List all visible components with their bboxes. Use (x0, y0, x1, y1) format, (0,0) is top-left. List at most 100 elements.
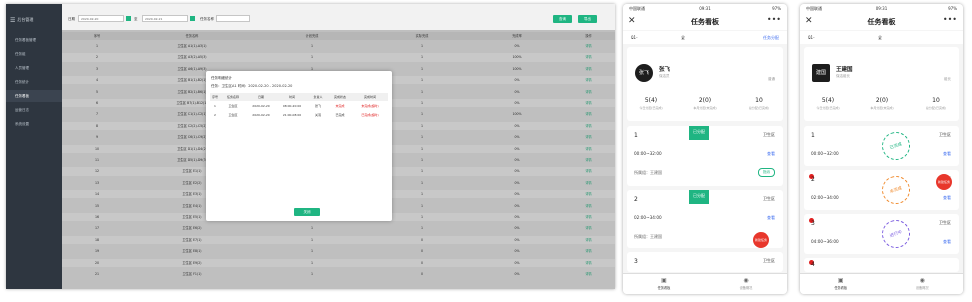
page-title: 任务看板 (867, 18, 896, 26)
task-card[interactable]: 1 卫生区 00:00~32:00 查看 已完成 (804, 126, 959, 166)
reassign-button[interactable]: 指派 (758, 168, 775, 177)
col-header: 完成状态 (333, 95, 346, 99)
filter-row: 01-03 ⌄ 全部状态 ⌄ (800, 31, 963, 79)
incomplete-stamp: 未完成 (878, 172, 914, 208)
cell: 张飞 (314, 104, 321, 108)
menu-icon[interactable]: ☰ (10, 17, 15, 24)
task-time: 02:00~34:00 (634, 215, 662, 220)
sidebar-item-group[interactable]: 任务组 (6, 48, 62, 60)
modal-table-header: 序号 任务名称 日期 时间 负责人 完成状态 完成时间 (210, 93, 388, 101)
sidebar-item-stats[interactable]: 任务统计 (6, 76, 62, 88)
profile-card: 建国 王建国 保洁组长 组长 5(4) 今日分配(已完成) 2(0) 本月分配(未完… (804, 47, 959, 121)
user-name: 张飞 (659, 67, 671, 73)
task-card[interactable]: 2 卫生区 02:00~34:00 查看 未完成 (804, 170, 959, 210)
calendar-icon[interactable] (126, 16, 131, 21)
cell: 1 (214, 104, 216, 108)
sidebar-item-log[interactable]: 运营日志 (6, 104, 62, 116)
avatar: 建国 (812, 64, 830, 82)
tab-bar: ▣ 任务看板 ◉ 设备概况 (623, 273, 787, 294)
new-task-button[interactable]: 新建任务 (936, 174, 952, 190)
stat-value: 5(4) (644, 97, 658, 104)
view-link[interactable]: 查看 (943, 195, 951, 201)
stat-label: 今日分配(已完成) (639, 106, 663, 110)
tab-board[interactable]: ▣ 任务看板 (623, 277, 705, 290)
task-group: 所属组：王建国 (634, 170, 662, 175)
location-icon: ◉ (919, 277, 925, 284)
col-header: 完成时间 (363, 95, 376, 99)
board-icon: ▣ (837, 277, 844, 284)
sidebar-item-staff[interactable]: 人员管理 (6, 62, 62, 74)
sidebar-item-label: 任务看板 (15, 93, 29, 98)
view-link[interactable]: 查看 (943, 239, 951, 245)
task-card[interactable]: 3 卫生区 04:00~36:00 查看 进行中 (804, 214, 959, 254)
stat-today: 5(4) 今日分配(已完成) (808, 97, 848, 110)
clock: 09:31 (875, 6, 888, 11)
stat-month: 2(0) 本月分配(未完成) (685, 97, 725, 110)
table-row: 1 卫生区 2020-02-20 08:00-20:00 张飞 未完成 未完成(… (210, 102, 388, 110)
sidebar-item-settings[interactable]: 系统设置 (6, 118, 62, 130)
tab-device[interactable]: ◉ 设备概况 (882, 277, 964, 290)
desktop-window: ☰ 后台管理 任务看板管理 任务组 人员管理 任务统计 任务看板 运营日志 系统… (6, 4, 615, 289)
date-sep: 至 (134, 17, 138, 21)
cell: 08:00-20:00 (282, 104, 302, 108)
chevron-down-icon: ⌄ (681, 35, 685, 40)
start-date-input[interactable]: 2020-02-20 (78, 15, 124, 22)
view-link[interactable]: 查看 (767, 151, 775, 157)
chevron-down-icon: ⌄ (808, 35, 812, 40)
stat-value: 2(0) (875, 97, 889, 104)
task-card[interactable]: 3 卫生区 (627, 252, 783, 272)
view-link[interactable]: 查看 (943, 151, 951, 157)
view-link[interactable]: 查看 (767, 215, 775, 221)
export-button[interactable]: 导出 (578, 15, 597, 23)
user-role: 保洁组长 (836, 74, 850, 78)
assigned-badge: 已分配 (689, 126, 709, 140)
cell: 卫生区 (228, 113, 238, 117)
more-icon[interactable]: ••• (943, 15, 957, 24)
cell: 未完成(超时) (361, 104, 379, 108)
stat-month: 2(0) 本月分配(未完成) (862, 97, 902, 110)
assigned-badge: 已分配 (689, 190, 709, 204)
task-card[interactable]: 已分配 1 卫生区 00:00~32:00 查看 所属组：王建国 指派 (627, 126, 783, 186)
more-icon[interactable]: ••• (767, 15, 781, 24)
task-area: 卫生区 (939, 220, 951, 225)
nav-bar: ✕ 任务看板 ••• (623, 14, 787, 30)
user-name: 王建国 (836, 67, 853, 73)
cell: 2020-02-20 (252, 113, 270, 117)
new-task-button[interactable]: 新建任务 (753, 232, 769, 248)
task-area: 卫生区 (763, 196, 775, 201)
end-date-input[interactable]: 2020-02-21 (142, 15, 188, 22)
battery-level: 97% (772, 6, 781, 11)
sidebar-item-label: 运营日志 (15, 107, 29, 112)
in-progress-stamp: 进行中 (878, 216, 914, 252)
tab-board[interactable]: ▣ 任务看板 (800, 277, 882, 290)
stat-label: 总分配(已完成) (748, 106, 770, 110)
user-role: 保洁员 (659, 74, 670, 78)
stat-value: 10 (755, 97, 763, 104)
detail-modal: 任务明细统计 任务：卫生区A1 时间：2020-02-20 - 2020-02-… (206, 71, 392, 221)
sidebar-item-board-mgmt[interactable]: 任务看板管理 (6, 34, 62, 46)
search-button[interactable]: 查询 (553, 15, 572, 23)
modal-title: 任务明细统计 (211, 76, 232, 80)
page-title: 任务看板 (691, 18, 719, 26)
sidebar-item-label: 任务组 (15, 51, 26, 56)
task-card[interactable]: 4 (804, 258, 959, 272)
tab-device[interactable]: ◉ 设备概况 (705, 277, 787, 290)
sidebar-item-board[interactable]: 任务看板 (6, 90, 62, 102)
stat-value: 2(0) (698, 97, 712, 104)
assign-task-link[interactable]: 任务分配 (763, 31, 779, 44)
board-icon: ▣ (661, 277, 667, 284)
sidebar: ☰ 后台管理 任务看板管理 任务组 人员管理 任务统计 任务看板 运营日志 系统… (6, 4, 62, 289)
filter-bar: 日期 2020-02-20 至 2020-02-21 任务名称 查询 导出 (62, 4, 615, 30)
cell: 2 (214, 113, 216, 117)
cell: 卫生区 (228, 104, 238, 108)
close-button[interactable]: 关闭 (294, 208, 320, 216)
sidebar-item-label: 人员管理 (15, 65, 29, 70)
calendar-icon[interactable] (190, 16, 195, 21)
task-name-input[interactable] (216, 15, 250, 22)
stat-value: 5(4) (821, 97, 835, 104)
user-level: 普通 (768, 77, 775, 81)
task-group: 所属组：王建国 (634, 234, 662, 239)
tab-label: 设备概况 (915, 286, 929, 290)
profile-card: 张飞 张飞 保洁员 普通 5(4) 今日分配(已完成) 2(0) 本月分配(未完成)… (627, 47, 783, 121)
task-time: 02:00~34:00 (811, 195, 839, 200)
